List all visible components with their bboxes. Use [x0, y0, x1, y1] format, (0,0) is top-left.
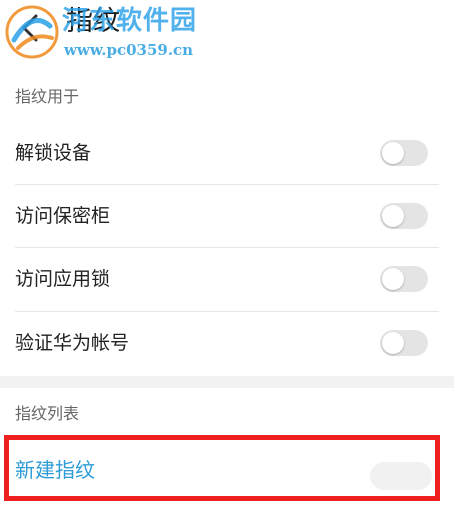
setting-row-unlock-device[interactable]: 解锁设备	[0, 122, 454, 184]
toggle-knob	[382, 142, 404, 164]
new-fingerprint-label: 新建指纹	[15, 458, 95, 482]
setting-row-app-lock[interactable]: 访问应用锁	[0, 248, 454, 310]
setting-label: 访问保密柜	[15, 205, 111, 227]
setting-label: 验证华为帐号	[15, 332, 130, 354]
back-button[interactable]	[12, 8, 52, 48]
back-arrow-icon	[22, 14, 38, 42]
section-header-usage: 指纹用于	[15, 87, 80, 106]
toggle-knob	[382, 268, 404, 290]
toggle-knob	[382, 205, 404, 227]
page-title: 指纹	[66, 6, 120, 37]
setting-row-huawei-id[interactable]: 验证华为帐号	[0, 312, 454, 374]
toggle-knob	[382, 332, 404, 354]
section-header-list: 指纹列表	[15, 404, 80, 423]
setting-row-access-safe[interactable]: 访问保密柜	[0, 185, 454, 247]
section-separator	[0, 376, 454, 388]
setting-label: 解锁设备	[15, 142, 92, 164]
unlock-device-toggle[interactable]	[380, 140, 428, 166]
access-safe-toggle[interactable]	[380, 203, 428, 229]
blurred-area	[370, 462, 432, 490]
app-bar: 指纹	[0, 0, 454, 66]
app-lock-toggle[interactable]	[380, 266, 428, 292]
setting-label: 访问应用锁	[15, 268, 111, 290]
huawei-id-toggle[interactable]	[380, 330, 428, 356]
